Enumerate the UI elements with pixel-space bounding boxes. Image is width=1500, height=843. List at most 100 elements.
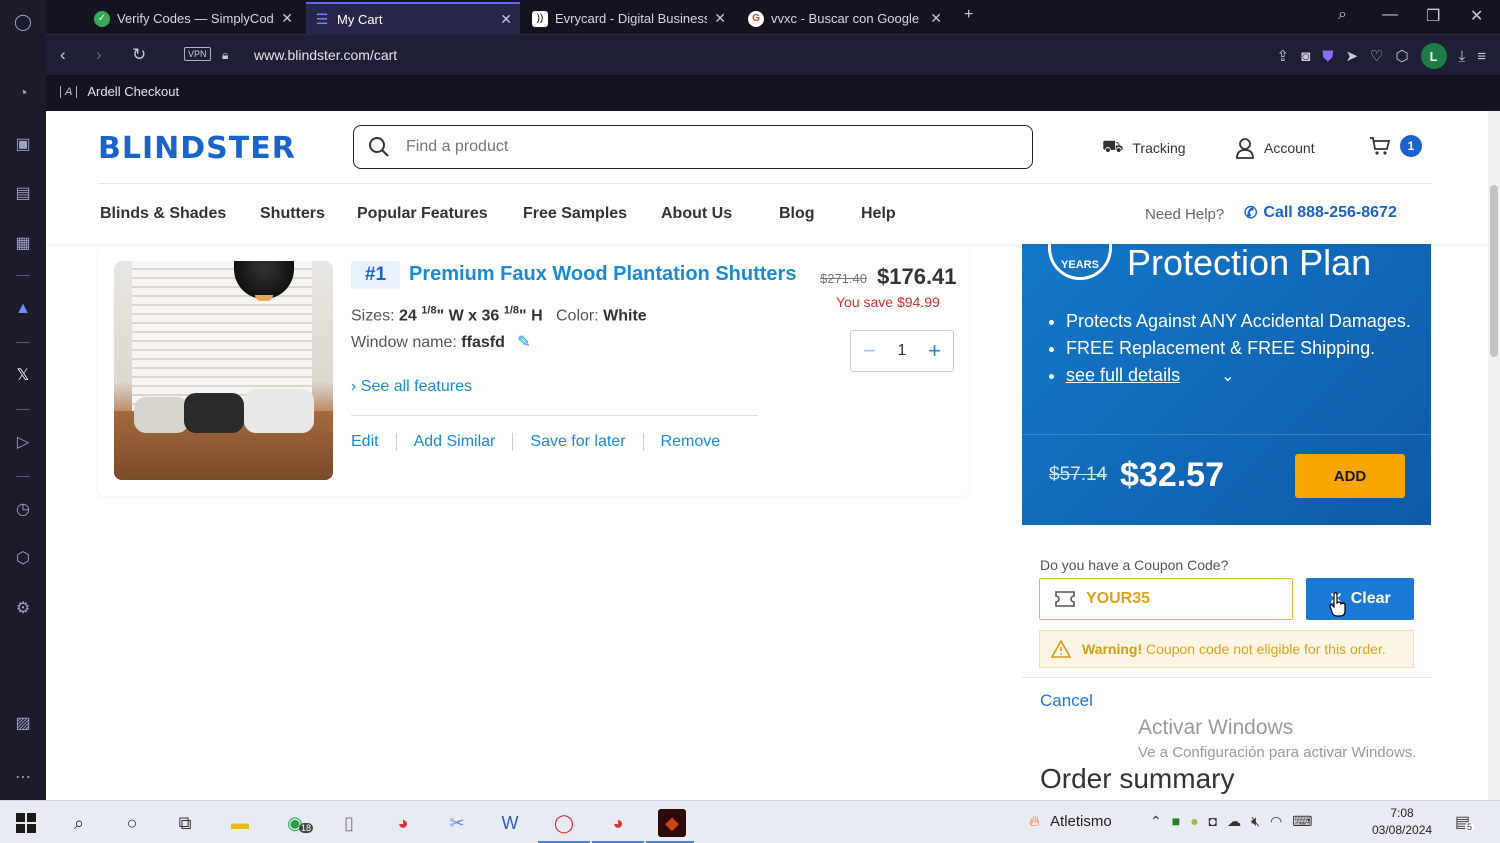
share-icon[interactable]: ⇪ <box>1277 47 1290 65</box>
send-icon[interactable]: ➤ <box>1345 47 1358 65</box>
opera-logo-icon[interactable]: ◯ <box>11 10 35 34</box>
add-protection-button[interactable]: ADD <box>1295 454 1405 498</box>
x-icon[interactable]: 𝕏 <box>11 363 35 387</box>
tab-evrycard[interactable]: )) Evrycard - Digital Business ✕ <box>524 2 734 35</box>
search-tabs-icon[interactable]: ⌕ <box>1338 6 1347 24</box>
opera-icon[interactable]: ◯ <box>550 809 578 837</box>
product-title[interactable]: Premium Faux Wood Plantation Shutters <box>409 263 796 286</box>
cancel-coupon-link[interactable]: Cancel <box>1040 691 1093 711</box>
system-clock[interactable]: 7:08 03/08/2024 <box>1372 805 1432 839</box>
see-all-features-link[interactable]: › See all features <box>351 378 472 396</box>
player-icon[interactable]: ▷ <box>11 430 35 454</box>
extension-icon[interactable]: ▦ <box>11 231 35 255</box>
clear-coupon-button[interactable]: ✕ Clear <box>1306 578 1414 620</box>
search-box[interactable] <box>353 125 1033 169</box>
tray-app-icon[interactable]: ● <box>1190 813 1198 830</box>
menu-icon[interactable]: ≡ <box>1477 48 1486 65</box>
gallery-icon[interactable]: ▨ <box>11 711 35 735</box>
coupon-code-value[interactable]: YOUR35 <box>1086 590 1150 608</box>
profile-avatar[interactable]: L <box>1420 43 1447 69</box>
twitch-icon[interactable]: ▤ <box>11 181 35 205</box>
whatsapp-icon[interactable]: ◉ 18 <box>281 809 314 837</box>
chevron-down-icon[interactable]: ⌄ <box>1221 368 1234 385</box>
file-explorer-icon[interactable]: ▬ <box>226 809 254 837</box>
briefcase-icon[interactable]: ▣ <box>11 132 35 156</box>
menu-about-us[interactable]: About Us <box>661 205 732 223</box>
settings-icon[interactable]: ⚙ <box>11 596 35 620</box>
menu-help[interactable]: Help <box>861 205 896 223</box>
call-link[interactable]: ✆ Call 888-256-8672 <box>1244 203 1397 223</box>
add-similar-button[interactable]: Add Similar <box>395 433 513 451</box>
save-for-later-button[interactable]: Save for later <box>512 433 642 451</box>
tab-google[interactable]: G vvxc - Buscar con Google ✕ <box>740 2 950 35</box>
game-app-icon[interactable]: ◆ <box>658 809 686 837</box>
search-input[interactable] <box>406 138 966 156</box>
cube-icon[interactable]: ⬡ <box>11 546 35 570</box>
cortana-icon[interactable]: ○ <box>118 809 146 837</box>
chrome-icon[interactable]: ◕ <box>389 809 417 837</box>
see-full-details-link[interactable]: see full details <box>1066 365 1180 385</box>
history-icon[interactable]: ◷ <box>11 497 35 521</box>
menu-blog[interactable]: Blog <box>779 205 815 223</box>
decrease-quantity-button[interactable]: − <box>863 338 876 364</box>
onedrive-icon[interactable]: ☁ <box>1227 813 1241 830</box>
account-link[interactable]: Account <box>1235 137 1315 159</box>
lock-icon[interactable]: 🔒︎ <box>222 48 228 63</box>
close-tab-icon[interactable]: ✕ <box>714 10 726 27</box>
volume-muted-icon[interactable]: 🔇︎ <box>1251 813 1260 830</box>
tab-verify-codes[interactable]: ✓ Verify Codes — SimplyCodes ✕ <box>86 2 301 35</box>
menu-shutters[interactable]: Shutters <box>260 205 325 223</box>
cart-link[interactable]: 1 <box>1369 135 1422 157</box>
chevron-up-icon[interactable]: ⌃ <box>1150 813 1162 830</box>
snipping-tool-icon[interactable]: ✂ <box>443 809 471 837</box>
chrome-profile-icon[interactable]: ◕ <box>604 809 632 837</box>
search-icon[interactable]: ⌕ <box>65 809 93 837</box>
forward-icon[interactable]: › <box>96 45 102 65</box>
meet-now-icon[interactable]: ◘ <box>1209 813 1217 830</box>
page-scrollbar[interactable] <box>1488 111 1500 800</box>
speed-dial-icon[interactable]: ◔ <box>11 82 35 106</box>
download-icon[interactable]: ⤓ <box>1459 48 1466 65</box>
coupon-input[interactable]: YOUR35 <box>1039 578 1293 620</box>
windows-start-icon[interactable] <box>12 809 40 837</box>
menu-free-samples[interactable]: Free Samples <box>523 205 627 223</box>
bookmark-ardell-checkout[interactable]: A Ardell Checkout <box>60 84 179 99</box>
more-icon[interactable]: ⋯ <box>11 765 35 789</box>
blindster-logo[interactable]: BLINDSTER <box>98 131 296 166</box>
keyboard-icon[interactable]: ⌨ <box>1292 813 1312 830</box>
increase-quantity-button[interactable]: + <box>928 338 941 364</box>
quantity-value[interactable]: 1 <box>898 342 907 360</box>
menu-popular-features[interactable]: Popular Features <box>357 205 488 223</box>
menu-blinds-shades[interactable]: Blinds & Shades <box>100 205 226 223</box>
box-icon[interactable]: ⬡ <box>1395 47 1408 65</box>
scrollbar-thumb[interactable] <box>1490 185 1498 357</box>
close-tab-icon[interactable]: ✕ <box>930 10 942 27</box>
restore-icon[interactable]: ❐ <box>1426 6 1440 26</box>
shield-icon[interactable]: ⛊ <box>1322 48 1333 65</box>
tab-my-cart[interactable]: ☰ My Cart ✕ <box>306 2 520 35</box>
back-icon[interactable]: ‹ <box>60 45 66 65</box>
remove-button[interactable]: Remove <box>642 433 738 451</box>
heart-icon[interactable]: ♡ <box>1370 47 1383 65</box>
minimize-icon[interactable]: — <box>1382 6 1398 24</box>
mouse-app-icon[interactable]: ▯ <box>335 809 363 837</box>
url-field[interactable]: www.blindster.com/cart <box>254 47 397 63</box>
new-tab-button[interactable]: + <box>964 6 973 24</box>
close-tab-icon[interactable]: ✕ <box>500 11 512 28</box>
task-view-icon[interactable]: ⧉ <box>171 809 199 837</box>
tracking-link[interactable]: ⛟ Tracking <box>1102 137 1186 159</box>
reload-icon[interactable]: ↻ <box>132 45 146 65</box>
word-icon[interactable]: W <box>496 809 524 837</box>
weather-widget[interactable]: 🔥︎ Atletismo <box>1029 813 1112 830</box>
edit-button[interactable]: Edit <box>351 433 396 451</box>
camera-icon[interactable]: ◙ <box>1301 48 1310 65</box>
edit-icon[interactable]: ✎ <box>517 334 530 351</box>
vpn-badge[interactable]: VPN <box>184 47 211 61</box>
product-image[interactable] <box>114 261 333 480</box>
wifi-icon[interactable]: ◠ <box>1270 813 1282 830</box>
tray-app-icon[interactable]: ■ <box>1172 813 1180 830</box>
aria-icon[interactable]: ▲ <box>11 297 35 321</box>
close-tab-icon[interactable]: ✕ <box>281 10 293 27</box>
close-window-icon[interactable]: ✕ <box>1470 6 1483 26</box>
notifications-icon[interactable]: ▤ 5 <box>1455 812 1475 832</box>
